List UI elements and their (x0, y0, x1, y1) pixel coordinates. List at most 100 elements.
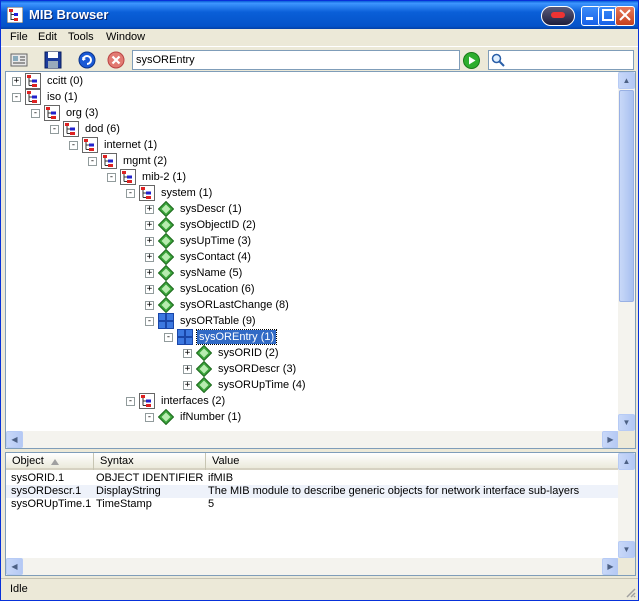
tree-node-label: sysORLastChange (8) (180, 299, 289, 311)
tree-node-label: sysOREntry (1) (195, 329, 278, 345)
toolbar (1, 46, 638, 72)
record-icon (551, 12, 565, 18)
window-title: MIB Browser (29, 7, 109, 22)
oid-input[interactable] (132, 50, 460, 70)
scroll-corner (618, 431, 635, 448)
column-syntax[interactable]: Syntax (94, 453, 206, 470)
resize-grip-icon[interactable] (624, 586, 636, 598)
expand-icon[interactable]: + (183, 365, 192, 374)
scroll-left-button[interactable]: ◀ (6, 431, 23, 448)
mib-tree-panel: + ccitt (0) - iso (1) - org (3) - dod (6) - inter… (5, 71, 636, 449)
collapse-icon[interactable]: - (88, 157, 97, 166)
go-button[interactable] (463, 52, 480, 69)
table-row[interactable]: sysORDescr.1 DisplayString The MIB module … (6, 485, 618, 498)
collapse-icon[interactable]: - (145, 413, 154, 422)
mib-tree[interactable]: + ccitt (0) - iso (1) - org (3) - dod (6) - inter… (6, 72, 619, 431)
leaf-object-icon (158, 297, 174, 313)
menu-edit[interactable]: Edit (38, 29, 57, 46)
expand-icon[interactable]: + (145, 269, 154, 278)
tree-node-label: sysORUpTime (4) (218, 379, 306, 391)
tree-horizontal-scrollbar[interactable]: ◀ ▶ (6, 431, 619, 448)
mib-app-icon (7, 7, 23, 23)
list-scroll-down-button[interactable]: ▼ (618, 541, 635, 558)
collapse-icon[interactable]: - (50, 125, 59, 134)
leaf-object-icon (158, 249, 174, 265)
close-button[interactable] (615, 6, 635, 26)
title-bar[interactable]: MIB Browser (1, 1, 638, 29)
column-value-label: Value (212, 455, 240, 467)
leaf-object-icon (158, 217, 174, 233)
menu-tools[interactable]: Tools (68, 29, 94, 46)
cell-syntax: OBJECT IDENTIFIER (96, 472, 204, 484)
column-object[interactable]: Object (6, 453, 94, 470)
expand-icon[interactable]: + (145, 205, 154, 214)
collapse-icon[interactable]: - (12, 93, 21, 102)
object-list-panel: Object Syntax Value sysORID.1 OBJECT IDEN… (5, 452, 636, 576)
collapse-icon[interactable]: - (107, 173, 116, 182)
list-horizontal-scrollbar[interactable]: ◀ ▶ (6, 558, 619, 575)
expand-icon[interactable]: + (145, 253, 154, 262)
collapse-icon[interactable]: - (126, 397, 135, 406)
folder-tree-icon (25, 89, 41, 105)
expand-icon[interactable]: + (183, 349, 192, 358)
list-scroll-up-button[interactable]: ▲ (618, 453, 635, 470)
column-value[interactable]: Value (206, 453, 619, 470)
collapse-icon[interactable]: - (69, 141, 78, 150)
stop-icon[interactable] (106, 50, 126, 70)
tree-node-label: ifNumber (1) (180, 411, 242, 423)
tree-node-label: interfaces (2) (161, 395, 226, 407)
cell-syntax: DisplayString (96, 485, 161, 497)
cell-object: sysORID.1 (11, 472, 65, 484)
folder-tree-icon (139, 393, 155, 409)
tree-vertical-scrollbar[interactable]: ▲ ▼ (618, 72, 635, 431)
tree-node-label: sysObjectID (2) (180, 219, 256, 231)
scroll-down-button[interactable]: ▼ (618, 414, 635, 431)
list-vertical-scrollbar[interactable]: ▲ ▼ (618, 453, 635, 558)
expand-icon[interactable]: + (145, 221, 154, 230)
column-syntax-label: Syntax (100, 455, 134, 467)
cell-value: ifMIB (208, 472, 234, 484)
tree-node-label: mgmt (2) (123, 155, 167, 167)
scroll-up-button[interactable]: ▲ (618, 72, 635, 89)
leaf-object-icon (196, 361, 212, 377)
tree-node-label: internet (1) (104, 139, 158, 151)
expand-icon[interactable]: + (183, 381, 192, 390)
expand-icon[interactable]: + (145, 285, 154, 294)
play-icon (469, 56, 476, 65)
collapse-icon[interactable]: - (145, 317, 154, 326)
collapse-icon[interactable]: - (31, 109, 40, 118)
menu-window[interactable]: Window (106, 29, 145, 46)
tree-node-label: sysORDescr (3) (218, 363, 297, 375)
cell-syntax: TimeStamp (96, 498, 152, 510)
properties-icon[interactable] (9, 50, 29, 70)
table-row[interactable]: sysORUpTime.1 TimeStamp 5 (6, 498, 618, 511)
table-grid-icon (177, 329, 193, 345)
status-text: Idle (10, 583, 28, 595)
leaf-object-icon (158, 281, 174, 297)
expand-icon[interactable]: + (145, 237, 154, 246)
scroll-thumb[interactable] (619, 90, 634, 302)
save-icon[interactable] (43, 50, 63, 70)
tree-node-label: dod (6) (85, 123, 120, 135)
tree-node-label: system (1) (161, 187, 213, 199)
list-scroll-left-button[interactable]: ◀ (6, 558, 23, 575)
list-scroll-right-button[interactable]: ▶ (602, 558, 619, 575)
expand-icon[interactable]: + (145, 301, 154, 310)
folder-tree-icon (63, 121, 79, 137)
tree-node-label: sysORTable (9) (180, 315, 256, 327)
menu-bar: File Edit Tools Window (1, 29, 638, 46)
table-row[interactable]: sysORID.1 OBJECT IDENTIFIER ifMIB (6, 472, 618, 485)
tree-node-label: mib-2 (1) (142, 171, 187, 183)
search-input[interactable] (488, 50, 634, 70)
sort-ascending-icon (51, 459, 59, 465)
collapse-icon[interactable]: - (126, 189, 135, 198)
scroll-right-button[interactable]: ▶ (602, 431, 619, 448)
tree-node-label: sysLocation (6) (180, 283, 255, 295)
leaf-object-icon (158, 201, 174, 217)
expand-icon[interactable]: + (12, 77, 21, 86)
refresh-icon[interactable] (77, 50, 97, 70)
restore-pill-button[interactable] (541, 6, 575, 26)
menu-file[interactable]: File (10, 29, 28, 46)
collapse-icon[interactable]: - (164, 333, 173, 342)
close-icon (619, 9, 631, 21)
